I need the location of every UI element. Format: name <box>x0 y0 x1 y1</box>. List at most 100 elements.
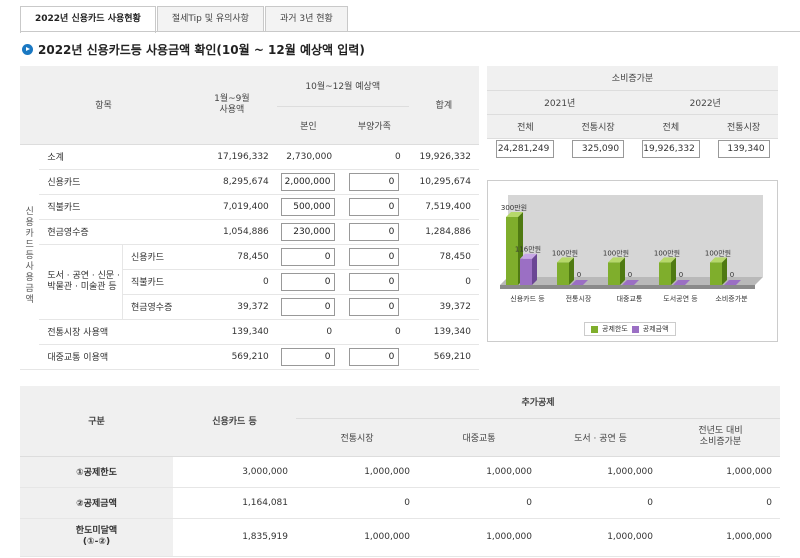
amount-culture: 0 <box>540 487 661 519</box>
market-2021-input[interactable]: 325,090 <box>572 140 625 159</box>
row-limit-label: ①공제한도 <box>20 456 173 488</box>
market-self: 0 <box>276 319 341 345</box>
limit-transit: 1,000,000 <box>418 456 540 488</box>
dependents-input[interactable]: 0 <box>349 272 400 291</box>
self-input[interactable]: 2,000,000 <box>281 172 336 191</box>
culture-jan-sep: 78,450 <box>186 244 277 270</box>
header-dependents: 부양가족 <box>340 105 409 145</box>
shortfall-card: 1,835,919 <box>173 518 296 557</box>
header-oct-dec: 10월~12월 예상액 <box>276 66 409 107</box>
chart-svg: 300만원 116만원신용카드 등 100만원 0 전통시장 100만원 0 대중교통 100만… <box>500 195 763 303</box>
arrow-bullet-icon <box>22 44 33 55</box>
chart-data-label: 0 <box>577 271 581 279</box>
culture-row-label: 직불카드 <box>122 269 187 295</box>
market-2022-input[interactable]: 139,340 <box>717 140 770 159</box>
chart-data-label: 0 <box>628 271 632 279</box>
self-input[interactable]: 0 <box>281 247 336 266</box>
row-shortfall-label: 한도미달액 (①-②) <box>20 518 173 557</box>
deduction-chart: 300만원 116만원 신용카드 등 100만원 0 전통시장 100만원 0 대중교통 100만… <box>487 180 778 342</box>
culture-total: 39,372 <box>408 294 479 320</box>
market-total: 139,340 <box>408 319 479 345</box>
shortfall-transit: 1,000,000 <box>418 518 540 557</box>
header-item: 항목 <box>20 66 187 145</box>
subtotal-jan-sep: 17,196,332 <box>186 144 277 170</box>
chart-tick-label: 전통시장 <box>566 294 592 303</box>
chart-bar <box>710 262 722 285</box>
row-total: 1,284,886 <box>408 219 479 245</box>
transit-total: 569,210 <box>408 344 479 370</box>
total-2021-input[interactable]: 24,281,249 <box>496 140 555 159</box>
col-market-2021: 전통시장 <box>563 113 633 139</box>
amount-transit: 0 <box>418 487 540 519</box>
dependents-input[interactable]: 0 <box>349 172 400 191</box>
chart-bar <box>520 258 532 285</box>
market-label: 전통시장 사용액 <box>39 319 187 345</box>
chart-bar <box>608 262 620 285</box>
chart-floor-edge <box>500 285 755 289</box>
row-total: 10,295,674 <box>408 169 479 195</box>
subtotal-label: 소계 <box>39 144 187 170</box>
increase-table: 소비증가분 2021년 2022년 전체 전통시장 전체 전통시장 24,281… <box>487 66 778 163</box>
header-culture: 도서 · 공연 등 <box>540 417 661 457</box>
chart-data-label: 0 <box>730 271 734 279</box>
total-2022-input[interactable]: 19,926,332 <box>641 140 700 159</box>
header-card: 신용카드 등 <box>173 386 296 457</box>
subtotal-dependents: 0 <box>340 144 409 170</box>
tab-past-3-years[interactable]: 과거 3년 현황 <box>264 6 348 32</box>
chart-tick-label: 소비증가분 <box>715 294 748 303</box>
legend-swatch-amount <box>631 325 639 333</box>
increase-title: 소비증가분 <box>487 66 778 91</box>
dependents-input[interactable]: 0 <box>349 222 400 241</box>
shortfall-culture: 1,000,000 <box>540 518 661 557</box>
header-extra: 추가공제 <box>296 386 780 419</box>
row-amount-label: ②공제금액 <box>20 487 173 519</box>
shortfall-increase: 1,000,000 <box>661 518 780 557</box>
culture-jan-sep: 39,372 <box>186 294 277 320</box>
amount-market: 0 <box>296 487 418 519</box>
dependents-input[interactable]: 0 <box>349 297 400 316</box>
transit-jan-sep: 569,210 <box>186 344 277 370</box>
side-label: 신용카드등 사용금액 <box>20 144 40 370</box>
self-input[interactable]: 0 <box>281 297 336 316</box>
legend-swatch-limit <box>591 325 598 333</box>
self-input[interactable]: 230,000 <box>281 222 336 241</box>
tab-tax-tips[interactable]: 절세Tip 및 유의사항 <box>156 6 264 32</box>
dependents-input[interactable]: 0 <box>349 197 400 216</box>
year-2022: 2022년 <box>632 89 778 115</box>
chart-tick-label: 대중교통 <box>617 295 643 303</box>
tab-usage-2022[interactable]: 2022년 신용카드 사용현황 <box>20 6 156 33</box>
culture-total: 0 <box>408 269 479 295</box>
deduction-table: 구분 신용카드 등 추가공제 전통시장 대중교통 도서 · 공연 등 전년도 대… <box>20 386 780 557</box>
header-category: 구분 <box>20 386 173 457</box>
usage-table: 항목 1월~9월 사용액 10월~12월 예상액 합계 본인 부양가족 신용카드… <box>20 66 479 370</box>
limit-increase: 1,000,000 <box>661 456 780 488</box>
culture-row-label: 신용카드 <box>122 244 187 270</box>
chart-tick-label: 신용카드 등 <box>510 294 545 303</box>
tab-bar: 2022년 신용카드 사용현황 절세Tip 및 유의사항 과거 3년 현황 <box>20 6 349 33</box>
limit-card: 3,000,000 <box>173 456 296 488</box>
amount-card: 1,164,081 <box>173 487 296 519</box>
chart-bar <box>557 262 569 285</box>
header-market: 전통시장 <box>296 417 418 457</box>
header-transit: 대중교통 <box>418 417 540 457</box>
col-total-2021: 전체 <box>487 113 564 139</box>
side-label-text: 신용카드등 사용금액 <box>25 207 34 305</box>
chart-data-label: 0 <box>679 271 683 279</box>
chart-data-label: 100만원 <box>552 248 578 257</box>
header-jan-sep: 1월~9월 사용액 <box>186 66 277 145</box>
limit-culture: 1,000,000 <box>540 456 661 488</box>
row-jan-sep: 7,019,400 <box>186 194 277 220</box>
dependents-input[interactable]: 0 <box>349 347 400 366</box>
limit-market: 1,000,000 <box>296 456 418 488</box>
dependents-input[interactable]: 0 <box>349 247 400 266</box>
self-input[interactable]: 0 <box>281 347 336 366</box>
header-self: 본인 <box>276 105 341 145</box>
header-total: 합계 <box>408 66 479 145</box>
self-input[interactable]: 500,000 <box>281 197 336 216</box>
chart-data-label: 100만원 <box>603 248 629 257</box>
section-title-text: 2022년 신용카드등 사용금액 확인(10월 ~ 12월 예상액 입력) <box>38 43 365 57</box>
transit-label: 대중교통 이용액 <box>39 344 187 370</box>
self-input[interactable]: 0 <box>281 272 336 291</box>
row-label: 직불카드 <box>39 194 187 220</box>
chart-bar <box>659 262 671 285</box>
